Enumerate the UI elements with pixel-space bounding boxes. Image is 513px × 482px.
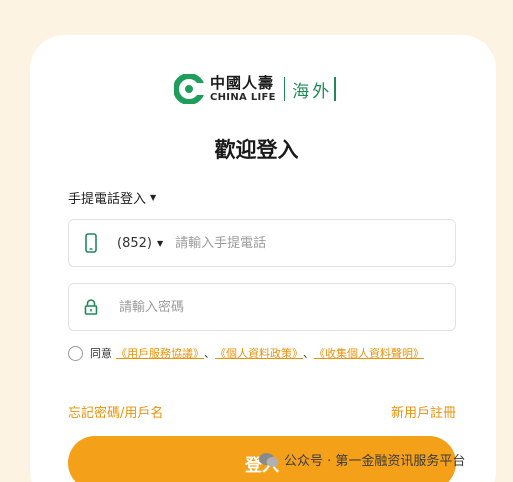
page-title: 歡迎登入: [214, 138, 299, 162]
watermark-text: 公众号 · 第一金融资讯服务平台: [284, 454, 466, 469]
watermark: 公众号 · 第一金融资讯服务平台: [258, 450, 465, 469]
caret-down-icon: ▼: [150, 193, 157, 202]
logo-divider: [283, 77, 286, 101]
mobile-phone-icon: [83, 232, 99, 254]
lock-icon: [83, 296, 99, 318]
register-link[interactable]: 新用戶註冊: [391, 402, 456, 421]
wechat-official-account-icon: [259, 452, 279, 467]
phone-input[interactable]: [175, 235, 426, 251]
brand-name-en: CHINA LIFE: [210, 91, 276, 103]
phone-field[interactable]: (852) ▼: [68, 219, 456, 267]
login-method-dropdown[interactable]: 手提電話登入 ▼: [68, 188, 156, 207]
privacy-policy-link[interactable]: 《個人資料政策》: [215, 345, 303, 361]
login-method-label: 手提電話登入: [68, 192, 147, 207]
country-code-value: (852): [117, 235, 152, 251]
password-field[interactable]: [68, 283, 456, 331]
agreement-separator: 、: [303, 347, 314, 360]
agreement-prefix: 同意: [90, 347, 112, 360]
brand-region: 海外: [292, 81, 333, 102]
agreement-row: 同意 《用戶服務協議》 、 《個人資料政策》 、 《收集個人資料聲明》: [68, 345, 424, 361]
data-collection-statement-link[interactable]: 《收集個人資料聲明》: [314, 345, 424, 361]
brand-logo: 中國人壽 CHINA LIFE 海外: [174, 73, 336, 105]
china-life-logo-icon: [174, 74, 204, 104]
agreement-radio[interactable]: [68, 345, 83, 361]
caret-down-icon: ▼: [156, 238, 164, 248]
logo-divider-right: [334, 77, 336, 101]
user-service-agreement-link[interactable]: 《用戶服務協議》: [116, 345, 204, 361]
forgot-password-link[interactable]: 忘記密碼/用戶名: [68, 402, 163, 421]
password-input[interactable]: [119, 299, 419, 315]
agreement-separator: 、: [204, 347, 215, 360]
brand-name-cn: 中國人壽: [210, 73, 275, 92]
country-code-select[interactable]: (852) ▼: [117, 236, 163, 251]
